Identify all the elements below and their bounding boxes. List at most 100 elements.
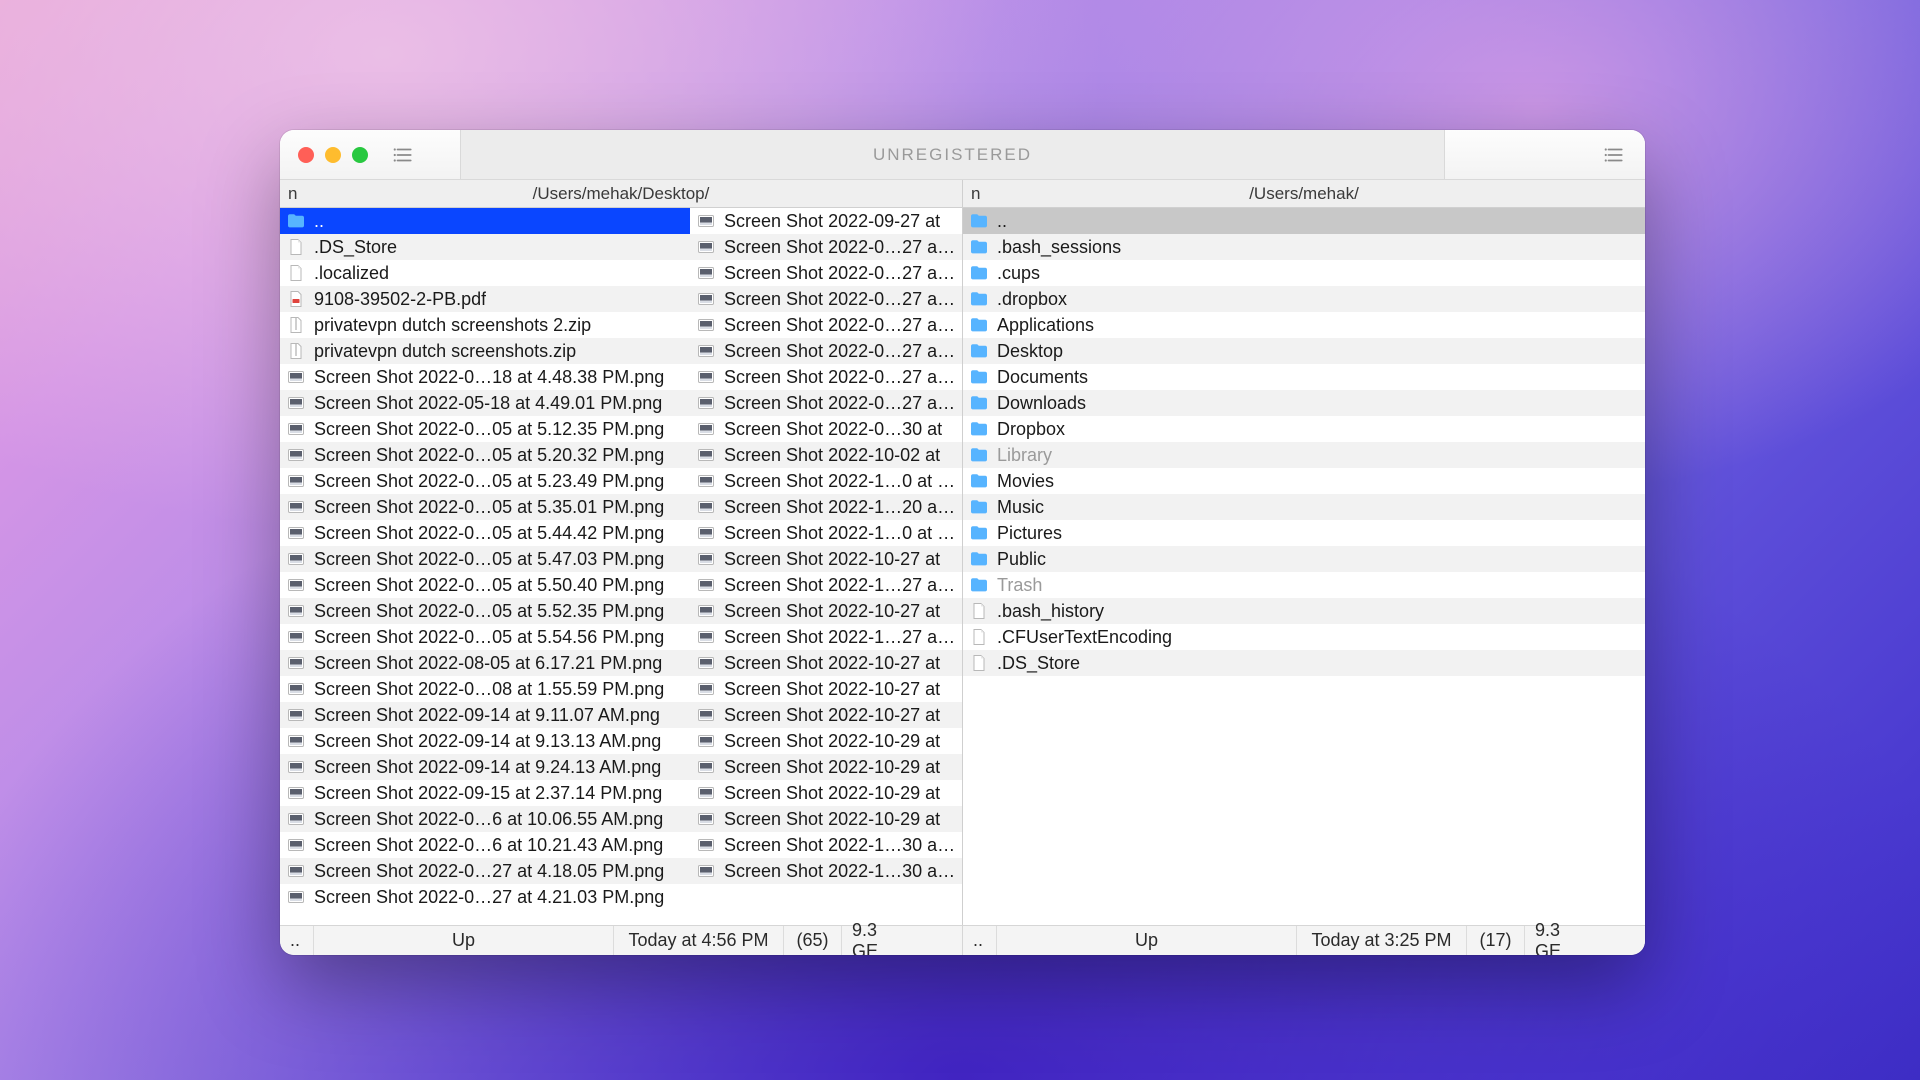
list-item[interactable]: Screen Shot 2022-0…27 at 4 xyxy=(690,260,962,286)
right-sort-n: n xyxy=(971,184,980,204)
list-item[interactable]: .bash_sessions xyxy=(963,234,1183,260)
folder-icon xyxy=(286,211,306,231)
list-item[interactable]: Screen Shot 2022-0…27 at 4.18.05 PM.png xyxy=(280,858,690,884)
list-item[interactable]: Screen Shot 2022-0…05 at 5.44.42 PM.png xyxy=(280,520,690,546)
list-item[interactable]: privatevpn dutch screenshots 2.zip xyxy=(280,312,690,338)
list-item[interactable]: Public xyxy=(963,546,1183,572)
list-item[interactable]: Screen Shot 2022-1…27 at 3 xyxy=(690,624,962,650)
list-item[interactable]: Applications xyxy=(963,312,1183,338)
list-item[interactable]: .bash_history xyxy=(963,598,1183,624)
list-item[interactable]: Screen Shot 2022-1…0 at 10 xyxy=(690,520,962,546)
folder-icon xyxy=(969,263,989,283)
list-item[interactable]: Screen Shot 2022-0…05 at 5.12.35 PM.png xyxy=(280,416,690,442)
file-name: Screen Shot 2022-0…6 at 10.21.43 AM.png xyxy=(314,832,663,858)
list-item[interactable]: .dropbox xyxy=(963,286,1183,312)
list-item[interactable]: Screen Shot 2022-10-02 at xyxy=(690,442,962,468)
list-item[interactable]: Screen Shot 2022-09-27 at xyxy=(690,208,962,234)
list-item[interactable]: Screen Shot 2022-09-15 at 2.37.14 PM.png xyxy=(280,780,690,806)
list-item[interactable]: Screen Shot 2022-10-27 at xyxy=(690,702,962,728)
list-item[interactable]: .. xyxy=(280,208,690,234)
close-button[interactable] xyxy=(298,147,314,163)
list-item-empty xyxy=(1183,442,1645,468)
list-item[interactable]: Screen Shot 2022-0…05 at 5.52.35 PM.png xyxy=(280,598,690,624)
folder-icon xyxy=(969,471,989,491)
list-item[interactable]: Screen Shot 2022-09-14 at 9.24.13 AM.png xyxy=(280,754,690,780)
list-item[interactable]: Screen Shot 2022-1…30 at 8 xyxy=(690,858,962,884)
minimize-button[interactable] xyxy=(325,147,341,163)
list-item[interactable]: Screen Shot 2022-10-27 at xyxy=(690,598,962,624)
list-item[interactable]: Screen Shot 2022-10-29 at xyxy=(690,754,962,780)
img-icon xyxy=(696,861,716,881)
list-item[interactable]: Screen Shot 2022-08-05 at 6.17.21 PM.png xyxy=(280,650,690,676)
list-item[interactable]: Screen Shot 2022-1…27 at 3 xyxy=(690,572,962,598)
list-item[interactable]: Screen Shot 2022-0…05 at 5.50.40 PM.png xyxy=(280,572,690,598)
list-item[interactable]: Movies xyxy=(963,468,1183,494)
list-item[interactable]: Screen Shot 2022-0…27 at 4.21.03 PM.png xyxy=(280,884,690,910)
zoom-button[interactable] xyxy=(352,147,368,163)
status-left-up[interactable]: Up xyxy=(314,926,614,955)
list-item[interactable]: Screen Shot 2022-0…27 at 4 xyxy=(690,390,962,416)
file-name: .bash_sessions xyxy=(997,234,1121,260)
list-item[interactable]: Screen Shot 2022-0…6 at 10.21.43 AM.png xyxy=(280,832,690,858)
list-item[interactable]: Screen Shot 2022-09-14 at 9.11.07 AM.png xyxy=(280,702,690,728)
list-item[interactable]: privatevpn dutch screenshots.zip xyxy=(280,338,690,364)
list-item[interactable]: Screen Shot 2022-0…27 at 4 xyxy=(690,312,962,338)
right-header[interactable]: n /Users/mehak/ xyxy=(962,180,1645,207)
file-name: .dropbox xyxy=(997,286,1067,312)
img-icon xyxy=(696,367,716,387)
list-item[interactable]: Screen Shot 2022-1…30 at 8 xyxy=(690,832,962,858)
view-list-right-icon[interactable] xyxy=(1597,144,1631,166)
list-item[interactable]: 9108-39502-2-PB.pdf xyxy=(280,286,690,312)
list-item[interactable]: Screen Shot 2022-0…18 at 4.48.38 PM.png xyxy=(280,364,690,390)
list-item[interactable]: Screen Shot 2022-10-27 at xyxy=(690,676,962,702)
list-item[interactable]: .localized xyxy=(280,260,690,286)
list-item[interactable]: Screen Shot 2022-10-27 at xyxy=(690,650,962,676)
list-item-empty xyxy=(1183,416,1645,442)
left-header[interactable]: n /Users/mehak/Desktop/ xyxy=(280,180,962,207)
list-item[interactable]: Screen Shot 2022-0…05 at 5.20.32 PM.png xyxy=(280,442,690,468)
list-item[interactable]: Screen Shot 2022-0…27 at 4 xyxy=(690,286,962,312)
list-item[interactable]: Screen Shot 2022-0…08 at 1.55.59 PM.png xyxy=(280,676,690,702)
list-item[interactable]: Screen Shot 2022-09-14 at 9.13.13 AM.png xyxy=(280,728,690,754)
list-item[interactable]: Screen Shot 2022-10-29 at xyxy=(690,806,962,832)
list-item[interactable]: Trash xyxy=(963,572,1183,598)
list-item[interactable]: Screen Shot 2022-0…05 at 5.54.56 PM.png xyxy=(280,624,690,650)
file-name: Screen Shot 2022-0…05 at 5.12.35 PM.png xyxy=(314,416,664,442)
list-item[interactable]: Desktop xyxy=(963,338,1183,364)
file-icon xyxy=(286,263,306,283)
file-name: Screen Shot 2022-0…27 at 4 xyxy=(724,234,956,260)
list-item-empty xyxy=(1183,260,1645,286)
list-item[interactable]: .. xyxy=(963,208,1183,234)
list-item[interactable]: .DS_Store xyxy=(280,234,690,260)
list-item[interactable]: Screen Shot 2022-05-18 at 4.49.01 PM.png xyxy=(280,390,690,416)
status-right-size: 9.3 GE xyxy=(1525,926,1597,955)
zip-icon xyxy=(286,315,306,335)
list-item[interactable]: Screen Shot 2022-10-27 at xyxy=(690,546,962,572)
list-item[interactable]: Screen Shot 2022-0…05 at 5.23.49 PM.png xyxy=(280,468,690,494)
list-item[interactable]: Screen Shot 2022-10-29 at xyxy=(690,780,962,806)
list-item[interactable]: Screen Shot 2022-0…27 at 4 xyxy=(690,364,962,390)
list-item[interactable]: .DS_Store xyxy=(963,650,1183,676)
list-item[interactable]: .CFUserTextEncoding xyxy=(963,624,1183,650)
list-item[interactable]: Screen Shot 2022-0…05 at 5.35.01 PM.png xyxy=(280,494,690,520)
list-item[interactable]: Library xyxy=(963,442,1183,468)
list-item[interactable]: Downloads xyxy=(963,390,1183,416)
folder-icon xyxy=(969,523,989,543)
list-item[interactable]: Pictures xyxy=(963,520,1183,546)
list-item[interactable]: Screen Shot 2022-1…20 at 1 xyxy=(690,494,962,520)
list-item[interactable]: Screen Shot 2022-1…0 at 10 xyxy=(690,468,962,494)
status-right-up[interactable]: Up xyxy=(997,926,1297,955)
img-icon xyxy=(286,627,306,647)
list-item[interactable]: Screen Shot 2022-0…30 at xyxy=(690,416,962,442)
list-item[interactable]: Screen Shot 2022-0…27 at 4 xyxy=(690,234,962,260)
list-item[interactable]: Dropbox xyxy=(963,416,1183,442)
view-list-icon[interactable] xyxy=(386,144,420,166)
list-item[interactable]: Screen Shot 2022-0…27 at 4 xyxy=(690,338,962,364)
list-item[interactable]: Screen Shot 2022-0…05 at 5.47.03 PM.png xyxy=(280,546,690,572)
list-item[interactable]: Music xyxy=(963,494,1183,520)
list-item[interactable]: Screen Shot 2022-10-29 at xyxy=(690,728,962,754)
img-icon xyxy=(286,575,306,595)
list-item[interactable]: Screen Shot 2022-0…6 at 10.06.55 AM.png xyxy=(280,806,690,832)
list-item[interactable]: Documents xyxy=(963,364,1183,390)
list-item[interactable]: .cups xyxy=(963,260,1183,286)
